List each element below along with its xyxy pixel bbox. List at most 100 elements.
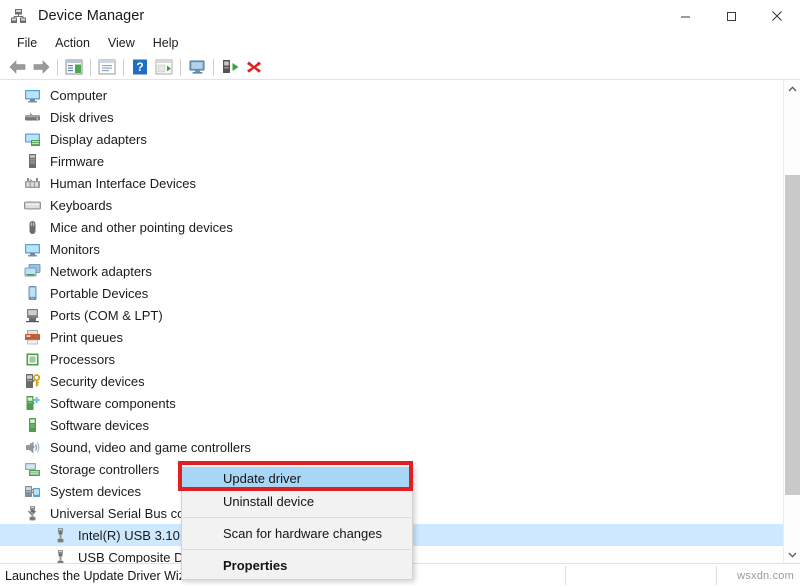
tree-item-label: System devices [50, 485, 141, 498]
context-menu-item[interactable]: Uninstall device [182, 490, 412, 513]
tree-item[interactable]: Security devices [0, 370, 783, 392]
tree-item[interactable]: Processors [0, 348, 783, 370]
tree-item[interactable]: Human Interface Devices [0, 172, 783, 194]
context-menu-item[interactable]: Properties [182, 554, 412, 577]
tree-item[interactable]: Software components [0, 392, 783, 414]
tree-item[interactable]: Keyboards [0, 194, 783, 216]
enable-device-icon[interactable] [218, 56, 242, 78]
speaker-icon [24, 439, 41, 456]
toolbar-separator [180, 59, 181, 76]
window-title: Device Manager [38, 8, 144, 24]
usb-icon [52, 527, 69, 544]
menu-file[interactable]: File [8, 34, 46, 53]
tree-item[interactable]: Display adapters [0, 128, 783, 150]
tree-item-label: Security devices [50, 375, 145, 388]
tree-item-label: Human Interface Devices [50, 177, 196, 190]
tree-item-label: Firmware [50, 155, 104, 168]
tree-item-label: Print queues [50, 331, 123, 344]
menu-action[interactable]: Action [46, 34, 99, 53]
close-button[interactable] [754, 0, 800, 32]
menu-help[interactable]: Help [144, 34, 188, 53]
watermark: wsxdn.com [737, 570, 794, 582]
monitor-icon [24, 241, 41, 258]
tree-item[interactable]: Monitors [0, 238, 783, 260]
keyboard-icon [24, 197, 41, 214]
tree-item-label: Intel(R) USB 3.10 e [78, 529, 191, 542]
hid-icon [24, 175, 41, 192]
properties-window-icon[interactable] [95, 56, 119, 78]
tree-item[interactable]: Disk drives [0, 106, 783, 128]
tree-item-label: Software components [50, 397, 176, 410]
tree-item-label: Computer [50, 89, 107, 102]
vertical-scrollbar[interactable] [783, 80, 800, 563]
tree-item-label: Sound, video and game controllers [50, 441, 251, 454]
question-mark-icon[interactable]: ? [128, 56, 152, 78]
status-divider [565, 566, 566, 585]
mouse-icon [24, 219, 41, 236]
tree-item-label: Ports (COM & LPT) [50, 309, 163, 322]
context-menu-separator [183, 517, 411, 518]
toolbar-separator [57, 59, 58, 76]
storage-controller-icon [24, 461, 41, 478]
usb-icon [24, 505, 41, 522]
tree-item[interactable]: Portable Devices [0, 282, 783, 304]
minimize-button[interactable] [662, 0, 708, 32]
title-bar: Device Manager [0, 0, 800, 32]
console-tree-icon[interactable] [62, 56, 86, 78]
scroll-down-button[interactable] [784, 546, 800, 563]
tree-item[interactable]: Print queues [0, 326, 783, 348]
tree-item[interactable]: Computer [0, 84, 783, 106]
tree-item[interactable]: Sound, video and game controllers [0, 436, 783, 458]
svg-text:?: ? [136, 60, 143, 74]
menu-view[interactable]: View [99, 34, 144, 53]
tree-item-label: Keyboards [50, 199, 112, 212]
context-menu-separator [183, 549, 411, 550]
software-component-icon [24, 395, 41, 412]
tree-item-label: USB Composite D [78, 551, 183, 564]
tree-item[interactable]: Firmware [0, 150, 783, 172]
tree-item-label: Display adapters [50, 133, 147, 146]
forward-button[interactable] [29, 56, 53, 78]
tree-item[interactable]: Mice and other pointing devices [0, 216, 783, 238]
tree-item-label: Processors [50, 353, 115, 366]
security-device-icon [24, 373, 41, 390]
system-device-icon [24, 483, 41, 500]
tree-item-label: Monitors [50, 243, 100, 256]
processor-icon [24, 351, 41, 368]
scrollbar-track[interactable] [784, 97, 800, 546]
scrollbar-thumb[interactable] [785, 175, 800, 495]
update-driver-icon[interactable] [152, 56, 176, 78]
software-device-icon [24, 417, 41, 434]
firmware-icon [24, 153, 41, 170]
network-adapter-icon [24, 263, 41, 280]
toolbar-separator [123, 59, 124, 76]
disk-drive-icon [24, 109, 41, 126]
scan-monitor-icon[interactable] [185, 56, 209, 78]
tree-item[interactable]: Software devices [0, 414, 783, 436]
toolbar-separator [90, 59, 91, 76]
context-menu[interactable]: Update driverUninstall device Scan for ha… [181, 464, 413, 580]
display-adapter-icon [24, 131, 41, 148]
maximize-button[interactable] [708, 0, 754, 32]
computer-icon [24, 87, 41, 104]
tree-item[interactable]: Network adapters [0, 260, 783, 282]
tree-item-label: Disk drives [50, 111, 114, 124]
tree-item-label: Storage controllers [50, 463, 159, 476]
port-icon [24, 307, 41, 324]
usb-icon [52, 549, 69, 564]
status-divider [716, 566, 717, 585]
back-button[interactable] [5, 56, 29, 78]
scroll-up-button[interactable] [784, 80, 800, 97]
tree-item[interactable]: Ports (COM & LPT) [0, 304, 783, 326]
toolbar: ? [0, 55, 800, 80]
context-menu-item[interactable]: Scan for hardware changes [182, 522, 412, 545]
context-menu-item[interactable]: Update driver [182, 467, 412, 490]
tree-item-label: Mice and other pointing devices [50, 221, 233, 234]
tree-item-label: Software devices [50, 419, 149, 432]
tree-item-label: Portable Devices [50, 287, 148, 300]
portable-device-icon [24, 285, 41, 302]
red-x-icon[interactable] [242, 56, 266, 78]
toolbar-separator [213, 59, 214, 76]
window-controls [662, 0, 800, 32]
device-manager-window: Device Manager File Action View Help [0, 0, 800, 587]
